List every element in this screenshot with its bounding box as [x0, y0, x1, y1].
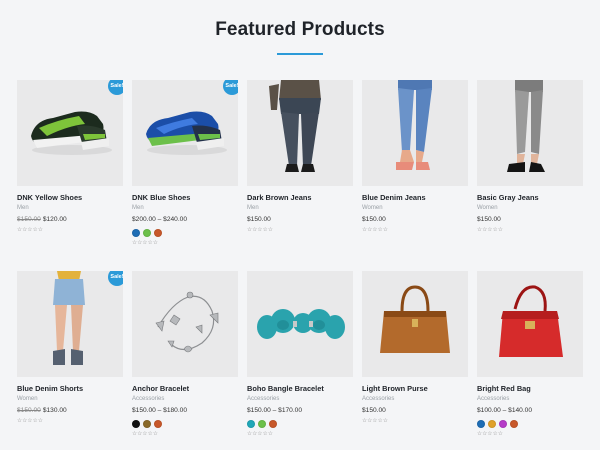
product-card: Boho Bangle Bracelet Accessories $150.00…	[247, 271, 353, 450]
swatch-teal[interactable]	[247, 420, 255, 428]
product-card: Blue Denim Jeans Women $150.00 ☆☆☆☆☆	[362, 80, 468, 271]
star-rating: ☆☆☆☆☆	[247, 431, 274, 437]
product-name[interactable]: DNK Blue Shoes	[132, 193, 238, 203]
blue-jeans-icon	[396, 80, 432, 170]
product-price: $150.00	[362, 216, 386, 223]
product-card: Sale! Blue Denim Shorts Women $150.00 $13…	[17, 271, 123, 450]
swatch-green[interactable]	[258, 420, 266, 428]
product-name[interactable]: Blue Denim Jeans	[362, 193, 468, 203]
product-card: Dark Brown Jeans Men $150.00 ☆☆☆☆☆	[247, 80, 353, 271]
sneaker-green-icon	[31, 111, 112, 155]
product-category[interactable]: Women	[477, 204, 583, 212]
star-rating: ☆☆☆☆☆	[17, 227, 44, 233]
product-image-dark-brown-jeans[interactable]	[247, 80, 353, 186]
product-image-boho-bangle-bracelet[interactable]	[247, 271, 353, 377]
product-image-dnk-yellow-shoes[interactable]: Sale!	[17, 80, 123, 186]
product-grid: Sale! DNK Yellow Shoes Men $150.00 $120.0…	[17, 80, 585, 450]
swatch-blue[interactable]	[132, 229, 140, 237]
product-name[interactable]: Dark Brown Jeans	[247, 193, 353, 203]
swatch-orange[interactable]	[154, 229, 162, 237]
swatch-yellow[interactable]	[488, 420, 496, 428]
product-card: Light Brown Purse Accessories $150.00 ☆☆…	[362, 271, 468, 450]
current-price: $120.00	[42, 216, 67, 223]
sale-badge: Sale!	[108, 271, 123, 286]
product-card: Basic Gray Jeans Women $150.00 ☆☆☆☆☆	[477, 80, 583, 271]
product-image-basic-gray-jeans[interactable]	[477, 80, 583, 186]
silver-bracelet-icon	[155, 291, 219, 353]
product-category[interactable]: Accessories	[247, 395, 353, 403]
product-price: $150.00 – $180.00	[132, 407, 188, 414]
sale-badge: Sale!	[108, 80, 123, 95]
product-category[interactable]: Women	[17, 395, 123, 403]
denim-shorts-icon	[53, 271, 85, 365]
product-price: $150.00	[362, 407, 386, 414]
swatch-orange[interactable]	[269, 420, 277, 428]
star-rating: ☆☆☆☆☆	[247, 227, 274, 233]
product-card: Anchor Bracelet Accessories $150.00 – $1…	[132, 271, 238, 450]
old-price: $150.00	[17, 407, 41, 414]
product-price: $200.00 – $240.00	[132, 216, 188, 223]
product-category[interactable]: Women	[362, 204, 468, 212]
star-rating: ☆☆☆☆☆	[362, 227, 389, 233]
product-name[interactable]: Bright Red Bag	[477, 384, 583, 394]
color-swatches	[477, 420, 583, 428]
product-category[interactable]: Accessories	[477, 395, 583, 403]
product-name[interactable]: DNK Yellow Shoes	[17, 193, 123, 203]
product-category[interactable]: Men	[17, 204, 123, 212]
product-card: Sale! DNK Yellow Shoes Men $150.00 $120.0…	[17, 80, 123, 271]
product-image-dnk-blue-shoes[interactable]: Sale!	[132, 80, 238, 186]
product-price: $150.00 $130.00	[17, 406, 123, 415]
swatch-orange[interactable]	[510, 420, 518, 428]
product-image-bright-red-bag[interactable]	[477, 271, 583, 377]
product-name[interactable]: Boho Bangle Bracelet	[247, 384, 353, 394]
red-bag-icon	[499, 285, 563, 357]
product-image-blue-denim-shorts[interactable]: Sale!	[17, 271, 123, 377]
color-swatches	[247, 420, 353, 428]
sale-badge: Sale!	[223, 80, 238, 95]
title-underline	[277, 53, 323, 55]
current-price: $130.00	[42, 407, 67, 414]
product-image-light-brown-purse[interactable]	[362, 271, 468, 377]
swatch-bronze[interactable]	[143, 420, 151, 428]
product-category[interactable]: Accessories	[362, 395, 468, 403]
product-image-blue-denim-jeans[interactable]	[362, 80, 468, 186]
brown-purse-icon	[380, 285, 450, 353]
turquoise-bracelet-icon	[257, 309, 345, 339]
swatch-black[interactable]	[132, 420, 140, 428]
star-rating: ☆☆☆☆☆	[477, 227, 504, 233]
old-price: $150.00	[17, 216, 41, 223]
product-price: $150.00 – $170.00	[247, 407, 303, 414]
star-rating: ☆☆☆☆☆	[132, 431, 159, 437]
gray-jeans-icon	[507, 80, 545, 172]
product-name[interactable]: Anchor Bracelet	[132, 384, 238, 394]
product-price: $100.00 – $140.00	[477, 407, 533, 414]
product-name[interactable]: Basic Gray Jeans	[477, 193, 583, 203]
swatch-green[interactable]	[143, 229, 151, 237]
star-rating: ☆☆☆☆☆	[362, 418, 389, 424]
swatch-blue[interactable]	[477, 420, 485, 428]
product-name[interactable]: Blue Denim Shorts	[17, 384, 123, 394]
swatch-purple[interactable]	[499, 420, 507, 428]
color-swatches	[132, 229, 238, 237]
product-name[interactable]: Light Brown Purse	[362, 384, 468, 394]
star-rating: ☆☆☆☆☆	[17, 418, 44, 424]
section-title: Featured Products	[215, 19, 385, 40]
product-category[interactable]: Accessories	[132, 395, 238, 403]
star-rating: ☆☆☆☆☆	[132, 240, 159, 246]
swatch-orange[interactable]	[154, 420, 162, 428]
product-card: Bright Red Bag Accessories $100.00 – $14…	[477, 271, 583, 450]
product-category[interactable]: Men	[132, 204, 238, 212]
product-price: $150.00	[247, 216, 271, 223]
product-image-anchor-bracelet[interactable]	[132, 271, 238, 377]
product-price: $150.00 $120.00	[17, 215, 123, 224]
sneaker-blue-icon	[146, 111, 227, 155]
star-rating: ☆☆☆☆☆	[477, 431, 504, 437]
product-card: Sale! DNK Blue Shoes Men $200.00 – $240.…	[132, 80, 238, 271]
product-category[interactable]: Men	[247, 204, 353, 212]
color-swatches	[132, 420, 238, 428]
dark-jeans-icon	[269, 80, 321, 172]
product-price: $150.00	[477, 216, 501, 223]
